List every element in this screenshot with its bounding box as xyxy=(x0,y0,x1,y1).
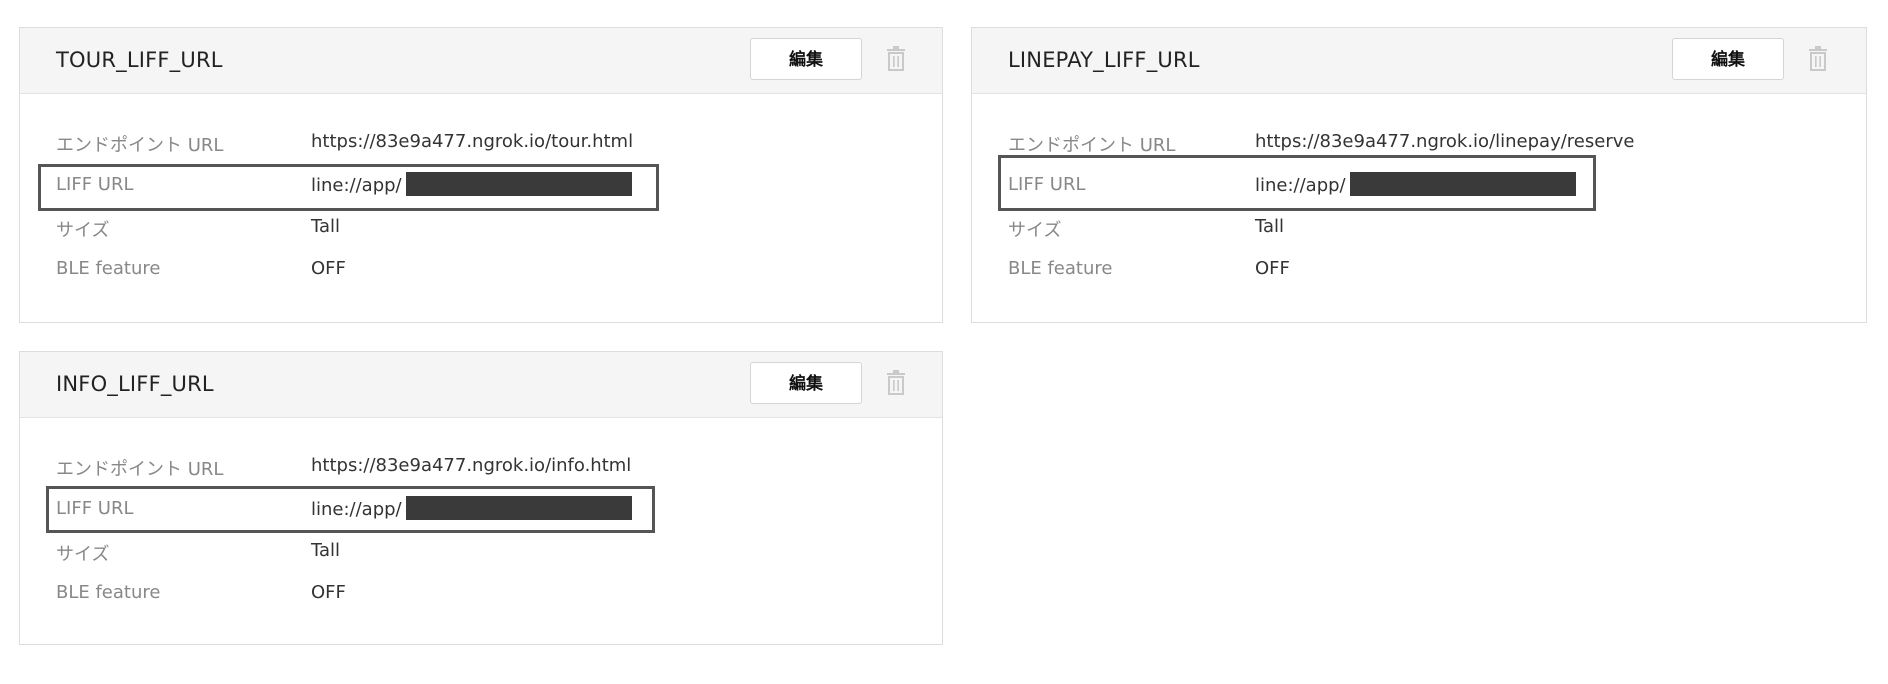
row-label-endpoint: エンドポイント URL xyxy=(56,135,224,156)
row-value-ble: OFF xyxy=(1255,258,1290,279)
edit-button[interactable]: 編集 xyxy=(750,38,862,80)
card-header: LINEPAY_LIFF_URL 編集 xyxy=(972,28,1866,94)
row-value-size: Tall xyxy=(1255,216,1285,237)
trash-icon[interactable] xyxy=(886,370,906,396)
row-value-ble: OFF xyxy=(311,258,346,279)
card-title: TOUR_LIFF_URL xyxy=(56,48,223,72)
row-value-size: Tall xyxy=(311,540,341,561)
row-value-size: Tall xyxy=(311,216,341,237)
row-value-endpoint: https://83e9a477.ngrok.io/tour.html xyxy=(311,131,634,152)
row-value-endpoint: https://83e9a477.ngrok.io/linepay/reserv… xyxy=(1255,131,1635,152)
liff-url-highlight-box xyxy=(998,155,1596,211)
row-label-size: サイズ xyxy=(56,544,110,565)
card-title: INFO_LIFF_URL xyxy=(56,372,214,396)
edit-button[interactable]: 編集 xyxy=(750,362,862,404)
liff-url-highlight-box xyxy=(46,486,655,533)
trash-icon[interactable] xyxy=(1808,46,1828,72)
row-label-size: サイズ xyxy=(56,220,110,241)
row-label-ble: BLE feature xyxy=(56,582,161,603)
edit-button[interactable]: 編集 xyxy=(1672,38,1784,80)
liff-url-highlight-box xyxy=(38,164,659,211)
row-label-ble: BLE feature xyxy=(1008,258,1113,279)
card-header: TOUR_LIFF_URL 編集 xyxy=(20,28,942,94)
row-label-endpoint: エンドポイント URL xyxy=(56,459,224,480)
trash-icon[interactable] xyxy=(886,46,906,72)
row-value-endpoint: https://83e9a477.ngrok.io/info.html xyxy=(311,455,632,476)
row-label-ble: BLE feature xyxy=(56,258,161,279)
row-label-size: サイズ xyxy=(1008,220,1062,241)
card-title: LINEPAY_LIFF_URL xyxy=(1008,48,1200,72)
row-value-ble: OFF xyxy=(311,582,346,603)
row-label-endpoint: エンドポイント URL xyxy=(1008,135,1176,156)
card-header: INFO_LIFF_URL 編集 xyxy=(20,352,942,418)
